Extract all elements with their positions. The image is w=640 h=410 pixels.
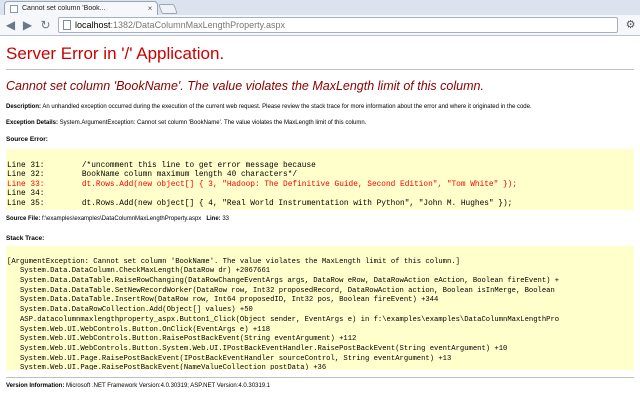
stack-trace-box: [ArgumentException: Cannot set column 'B… [6, 246, 634, 370]
stack-trace-line: System.Web.UI.WebControls.Button.OnClick… [7, 325, 271, 334]
description: Description: An unhandled exception occu… [6, 104, 634, 110]
description-label: Description: [6, 104, 42, 110]
reload-icon[interactable]: ↻ [38, 18, 53, 33]
browser-tab[interactable]: Cannot set column 'Book... × [4, 1, 158, 15]
page-favicon-icon [10, 4, 18, 13]
version-label: Version Information: [6, 383, 65, 389]
stack-trace-line: System.Data.DataColumn.CheckMaxLength(Da… [7, 267, 271, 276]
stack-trace-line: System.Data.DataTable.RaiseRowChanging(D… [7, 277, 560, 286]
exception-text: System.ArgumentException: Cannot set col… [58, 120, 367, 126]
stack-trace-line: System.Web.UI.WebControls.Button.System.… [7, 344, 508, 353]
tab-strip: Cannot set column 'Book... × [0, 0, 640, 15]
source-error-label: Source Error: [6, 136, 48, 143]
exception-details: Exception Details: System.ArgumentExcept… [6, 120, 634, 126]
back-arrow-icon[interactable]: ◀ [3, 18, 18, 33]
browser-toolbar: ◀ ▶ ↻ localhost :1382/DataColumnMaxLengt… [0, 15, 640, 36]
source-line [7, 152, 634, 162]
wrench-menu-icon[interactable]: ⚙ [623, 18, 638, 33]
source-line: Line 35: dt.Rows.Add(new object[] { 4, "… [7, 199, 513, 208]
stack-trace-line [7, 248, 634, 258]
tab-title: Cannot set column 'Book... [22, 5, 106, 12]
forward-arrow-icon[interactable]: ▶ [20, 18, 35, 33]
line-number: 33 [220, 216, 230, 222]
source-line: Line 32: BookName column maximum length … [7, 171, 298, 179]
stack-trace-label: Stack Trace: [6, 235, 45, 242]
error-title: Cannot set column 'BookName'. The value … [6, 79, 484, 93]
source-file-info: Source File: f:\examples\examples\DataCo… [6, 216, 229, 222]
source-file-label: Source File: [6, 216, 41, 222]
address-bar[interactable]: localhost :1382/DataColumnMaxLengthPrope… [58, 17, 618, 33]
stack-trace-line: System.Web.UI.Page.RaisePostBackEvent(Na… [7, 364, 327, 370]
stack-trace-line: System.Web.UI.Page.RaisePostBackEvent(IP… [7, 354, 452, 363]
stack-trace-line: ASP.datacolumnmaxlengthproperty_aspx.But… [7, 315, 560, 324]
url-path: :1382/DataColumnMaxLengthProperty.aspx [110, 20, 285, 30]
version-information: Version Information: Microsoft .NET Fram… [6, 383, 270, 389]
stack-trace-line: System.Data.DataRowCollection.Add(Object… [7, 306, 253, 315]
stack-trace-line: [ArgumentException: Cannot set column 'B… [7, 257, 460, 266]
line-label: Line: [206, 216, 221, 222]
source-file-path: f:\examples\examples\DataColumnMaxLength… [40, 216, 202, 222]
url-host: localhost [75, 20, 111, 30]
page-content: Server Error in '/' Application. Cannot … [6, 36, 634, 410]
tab-close-icon[interactable]: × [145, 4, 155, 13]
new-tab-button[interactable] [158, 4, 178, 14]
heading-divider [6, 69, 634, 70]
stack-trace-line: System.Data.DataTable.SetNewRecordWorker… [7, 286, 555, 295]
description-text: An unhandled exception occurred during t… [41, 104, 532, 110]
page-icon [63, 20, 71, 30]
source-line: Line 31: /*uncomment this line to get er… [7, 161, 316, 170]
stack-trace-line: System.Web.UI.WebControls.Button.RaisePo… [7, 335, 357, 344]
version-text: Microsoft .NET Framework Version:4.0.303… [64, 383, 271, 389]
stack-trace-line: System.Data.DataTable.InsertRow(DataRow … [7, 296, 439, 305]
source-line-error: Line 33: dt.Rows.Add(new object[] { 3, "… [7, 180, 517, 189]
footer-divider [6, 377, 634, 378]
exception-label: Exception Details: [6, 120, 59, 126]
source-error-box: Line 31: /*uncomment this line to get er… [6, 149, 634, 210]
server-error-heading: Server Error in '/' Application. [6, 44, 225, 63]
source-line: Line 34: [7, 190, 45, 198]
